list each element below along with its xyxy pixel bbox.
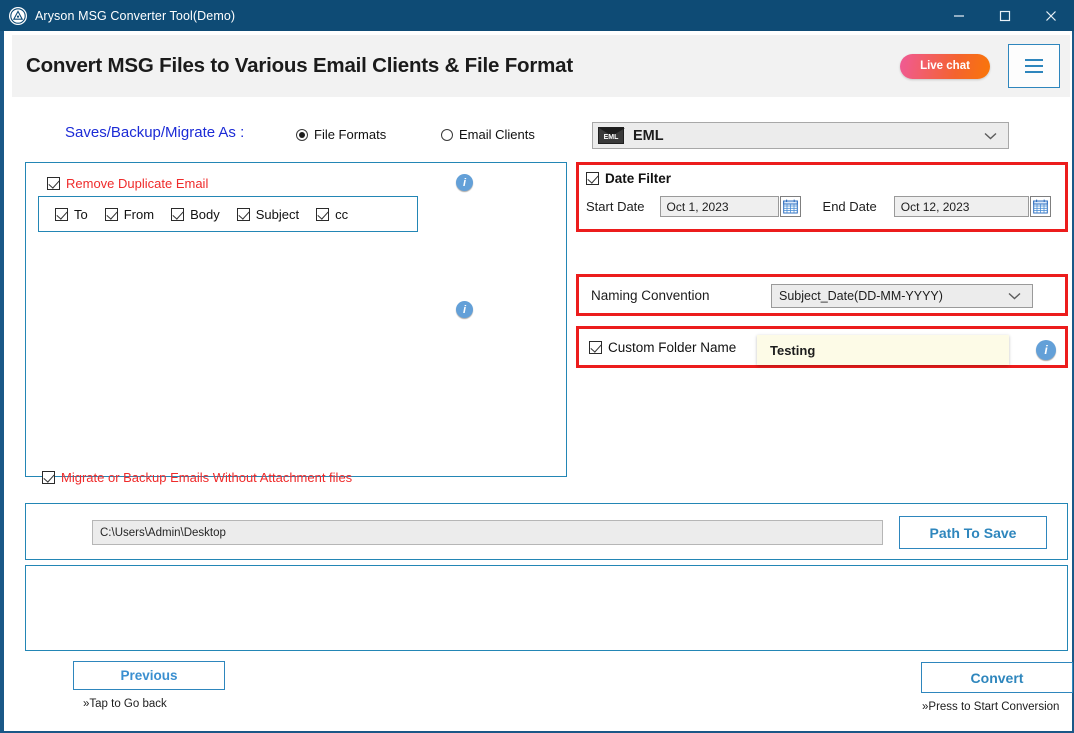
calendar-icon-start[interactable]: [779, 196, 801, 217]
radio-email-clients-label: Email Clients: [459, 127, 535, 142]
date-filter-check: [586, 172, 599, 185]
save-path-field[interactable]: C:\Users\Admin\Desktop: [92, 520, 883, 545]
maximize-icon[interactable]: [982, 0, 1028, 31]
title-bar: Aryson MSG Converter Tool(Demo): [0, 0, 1074, 31]
without-attachment-label: Migrate or Backup Emails Without Attachm…: [61, 470, 353, 485]
hamburger-line: [1025, 71, 1043, 73]
start-date-label: Start Date: [586, 199, 645, 214]
duplicate-field-cc[interactable]: cc: [316, 207, 348, 222]
end-date-input[interactable]: Oct 12, 2023: [893, 196, 1029, 217]
log-panel: [25, 565, 1068, 651]
chevron-down-icon: [984, 132, 997, 140]
custom-folder-check: [589, 341, 602, 354]
duplicate-field-to[interactable]: To: [55, 207, 88, 222]
duplicate-field-cc-label: cc: [335, 206, 349, 222]
duplicate-field-to-check: [55, 207, 68, 221]
eml-envelope-icon: EML: [598, 127, 625, 144]
remove-duplicate-email-checkbox[interactable]: Remove Duplicate Email: [47, 176, 208, 191]
custom-folder-section: Custom Folder Name i: [576, 326, 1068, 368]
options-panel: Remove Duplicate Email To From Body Subj…: [25, 162, 567, 485]
naming-convention-select[interactable]: Subject_Date(DD-MM-YYYY): [771, 284, 1033, 308]
duplicate-field-body[interactable]: Body: [171, 207, 220, 222]
duplicate-field-cc-check: [316, 207, 330, 221]
previous-button[interactable]: Previous: [73, 661, 225, 690]
radio-file-formats-label: File Formats: [314, 127, 387, 142]
convert-button[interactable]: Convert: [921, 662, 1073, 693]
custom-folder-checkbox[interactable]: Custom Folder Name: [589, 340, 736, 355]
remove-duplicate-email-label: Remove Duplicate Email: [66, 176, 209, 191]
duplicate-field-body-label: Body: [190, 206, 220, 222]
naming-convention-value: Subject_Date(DD-MM-YYYY): [779, 289, 943, 303]
output-format-select[interactable]: EML EML: [592, 122, 1009, 149]
custom-folder-input[interactable]: [757, 335, 1009, 365]
date-filter-row: Start Date Oct 1, 2023 End Date Oct 12, …: [586, 196, 1051, 217]
calendar-icon-end[interactable]: [1029, 196, 1051, 217]
info-icon-without-attachment[interactable]: i: [456, 301, 473, 318]
eml-badge-text: EML: [603, 134, 619, 141]
page-title: Convert MSG Files to Various Email Clien…: [26, 54, 573, 77]
previous-hint-text: »Tap to Go back: [83, 698, 167, 710]
date-filter-label: Date Filter: [605, 171, 672, 186]
live-chat-button[interactable]: Live chat: [900, 53, 990, 79]
without-attachment-checkbox[interactable]: Migrate or Backup Emails Without Attachm…: [42, 470, 352, 485]
duplicate-field-to-label: To: [74, 206, 88, 222]
info-icon-remove-duplicate[interactable]: i: [456, 174, 473, 191]
radio-email-clients-indicator: [441, 128, 453, 141]
convert-hint-text: »Press to Start Conversion: [922, 701, 1060, 713]
application-window: Aryson MSG Converter Tool(Demo) Convert …: [0, 0, 1074, 733]
duplicate-fields-group: To From Body Subject cc: [38, 196, 418, 232]
duplicate-field-subject-check: [236, 207, 250, 221]
close-icon[interactable]: [1028, 0, 1074, 31]
path-to-save-button[interactable]: Path To Save: [899, 516, 1047, 549]
hamburger-line: [1025, 65, 1043, 67]
naming-convention-section: Naming Convention Subject_Date(DD-MM-YYY…: [576, 274, 1068, 316]
radio-file-formats[interactable]: File Formats: [296, 127, 386, 142]
info-icon-custom-folder[interactable]: i: [1036, 340, 1056, 360]
hamburger-menu-icon[interactable]: [1008, 44, 1060, 88]
custom-folder-label: Custom Folder Name: [608, 340, 737, 355]
output-format-value: EML: [633, 127, 664, 144]
duplicate-field-subject-label: Subject: [255, 206, 300, 222]
minimize-icon[interactable]: [936, 0, 982, 31]
end-date-label: End Date: [822, 199, 877, 214]
header-bar: Convert MSG Files to Various Email Clien…: [12, 35, 1070, 97]
duplicate-field-subject[interactable]: Subject: [236, 206, 300, 222]
date-filter-section: Date Filter Start Date Oct 1, 2023 End D…: [576, 162, 1068, 232]
radio-file-formats-indicator: [296, 128, 308, 141]
path-section: C:\Users\Admin\Desktop Path To Save: [25, 503, 1068, 560]
radio-email-clients[interactable]: Email Clients: [441, 127, 535, 142]
duplicate-field-from[interactable]: From: [104, 206, 155, 222]
chevron-down-icon: [1008, 292, 1021, 300]
save-mode-label: Saves/Backup/Migrate As :: [65, 124, 245, 141]
naming-convention-label: Naming Convention: [591, 288, 710, 303]
date-filter-checkbox[interactable]: Date Filter: [586, 171, 671, 186]
duplicate-field-body-check: [171, 207, 185, 221]
duplicate-field-from-label: From: [123, 206, 155, 222]
window-title: Aryson MSG Converter Tool(Demo): [35, 8, 236, 23]
duplicate-field-from-check: [104, 207, 118, 221]
without-attachment-check: [42, 471, 55, 484]
save-mode-row: Saves/Backup/Migrate As : File Formats E…: [4, 122, 1074, 154]
aryson-logo-icon: [9, 6, 27, 25]
hamburger-line: [1025, 59, 1043, 61]
remove-duplicate-email-check: [47, 177, 60, 190]
start-date-input[interactable]: Oct 1, 2023: [659, 196, 779, 217]
